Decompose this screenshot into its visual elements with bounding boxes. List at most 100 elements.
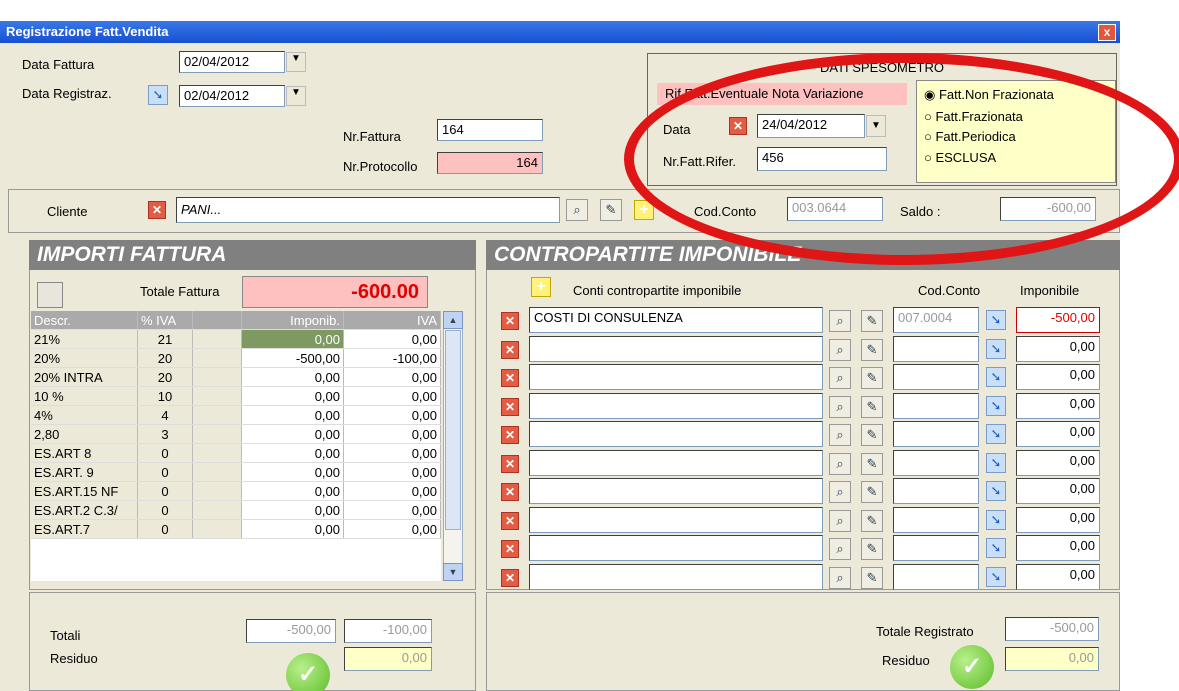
blank-button[interactable] (37, 282, 63, 308)
search-icon[interactable]: ⌕ (829, 566, 851, 589)
search-icon[interactable]: ⌕ (566, 199, 588, 221)
calendar-arrow-icon[interactable]: ➘ (986, 566, 1006, 587)
imponibile-field[interactable]: 0,00 (1016, 535, 1100, 561)
cell-imponib[interactable]: 0,00 (241, 481, 344, 501)
close-icon[interactable]: x (1098, 24, 1116, 41)
nr-protocollo-field[interactable]: 164 (437, 152, 543, 174)
delete-row-icon[interactable]: ✕ (501, 369, 519, 387)
edit-icon[interactable]: ✎ (861, 310, 883, 332)
calendar-arrow-icon[interactable]: ➘ (986, 310, 1006, 330)
cell-imponib[interactable]: 0,00 (241, 386, 344, 406)
add-icon[interactable]: + (531, 277, 551, 297)
delete-row-icon[interactable]: ✕ (501, 483, 519, 501)
scroll-down-icon[interactable]: ▼ (443, 563, 463, 581)
edit-icon[interactable]: ✎ (861, 566, 883, 589)
imponibile-field[interactable]: 0,00 (1016, 364, 1100, 390)
calendar-arrow-icon[interactable]: ➘ (986, 367, 1006, 387)
delete-row-icon[interactable]: ✕ (501, 426, 519, 444)
delete-row-icon[interactable]: ✕ (501, 568, 519, 587)
edit-icon[interactable]: ✎ (861, 395, 883, 418)
calendar-arrow-icon[interactable]: ➘ (986, 395, 1006, 416)
search-icon[interactable]: ⌕ (829, 395, 851, 418)
cell-iva[interactable]: 0,00 (343, 424, 441, 444)
cell-imponib[interactable]: 0,00 (241, 519, 344, 539)
cod-conto-field[interactable] (893, 478, 979, 504)
conto-field[interactable] (529, 421, 823, 447)
cell-imponib[interactable]: 0,00 (241, 500, 344, 520)
cod-conto-field[interactable] (893, 563, 979, 590)
search-icon[interactable]: ⌕ (829, 452, 851, 475)
delete-row-icon[interactable]: ✕ (501, 312, 519, 330)
edit-icon[interactable]: ✎ (861, 367, 883, 389)
calendar-arrow-icon[interactable]: ➘ (986, 509, 1006, 530)
imponibile-field[interactable]: 0,00 (1016, 506, 1100, 533)
cliente-field[interactable]: PANI... (176, 197, 560, 223)
residuo-field[interactable]: 0,00 (344, 647, 432, 671)
table-row[interactable]: 2,80 3 0,00 0,00 (31, 424, 441, 444)
totali-imponib-field[interactable]: -500,00 (246, 619, 336, 643)
delete-row-icon[interactable]: ✕ (501, 397, 519, 416)
delete-row-icon[interactable]: ✕ (501, 540, 519, 558)
imponibile-field[interactable]: 0,00 (1016, 421, 1100, 447)
nr-fattura-field[interactable]: 164 (437, 119, 543, 141)
imponibile-field[interactable]: 0,00 (1016, 449, 1100, 476)
calendar-arrow-icon[interactable]: ➘ (986, 538, 1006, 558)
cell-imponib[interactable]: 0,00 (241, 405, 344, 425)
cod-conto-field[interactable] (893, 535, 979, 561)
conto-field[interactable] (529, 563, 823, 590)
residuo-field[interactable]: 0,00 (1005, 647, 1099, 671)
cell-iva[interactable]: 0,00 (343, 462, 441, 482)
calendar-arrow-icon[interactable]: ➘ (986, 481, 1006, 501)
table-row[interactable]: 20% INTRA 20 0,00 0,00 (31, 367, 441, 387)
edit-icon[interactable]: ✎ (861, 481, 883, 503)
edit-icon[interactable]: ✎ (861, 538, 883, 560)
conto-field[interactable] (529, 478, 823, 504)
data-fattura-field[interactable]: 02/04/2012 (179, 51, 285, 73)
search-icon[interactable]: ⌕ (829, 481, 851, 503)
cod-conto-field[interactable] (893, 421, 979, 447)
conto-field[interactable] (529, 392, 823, 419)
cell-iva[interactable]: 0,00 (343, 329, 441, 349)
scroll-up-icon[interactable]: ▲ (443, 311, 463, 329)
cod-conto-field[interactable] (893, 335, 979, 362)
delete-row-icon[interactable]: ✕ (501, 340, 519, 359)
cell-imponib[interactable]: 0,00 (241, 367, 344, 387)
chevron-down-icon[interactable]: ▼ (286, 52, 306, 72)
calendar-arrow-icon[interactable]: ➘ (986, 424, 1006, 444)
conto-field[interactable] (529, 364, 823, 390)
table-row[interactable]: ES.ART 8 0 0,00 0,00 (31, 443, 441, 463)
scroll-thumb[interactable] (445, 330, 461, 530)
cell-iva[interactable]: 0,00 (343, 405, 441, 425)
imponibile-field[interactable]: 0,00 (1016, 563, 1100, 590)
table-row[interactable]: 20% 20 -500,00 -100,00 (31, 348, 441, 368)
imponibile-field[interactable]: -500,00 (1016, 307, 1100, 333)
cod-conto-field[interactable] (893, 364, 979, 390)
cod-conto-field[interactable] (893, 392, 979, 419)
cell-imponib[interactable]: 0,00 (241, 424, 344, 444)
table-row[interactable]: ES.ART.2 C.3/0 0,00 0,00 (31, 500, 441, 520)
table-row[interactable]: 4% 4 0,00 0,00 (31, 405, 441, 425)
search-icon[interactable]: ⌕ (829, 538, 851, 560)
calendar-arrow-icon[interactable]: ➘ (986, 452, 1006, 473)
imponibile-field[interactable]: 0,00 (1016, 478, 1100, 504)
table-row[interactable]: 10 % 10 0,00 0,00 (31, 386, 441, 406)
conto-field[interactable] (529, 535, 823, 561)
cell-imponib[interactable]: 0,00 (241, 462, 344, 482)
edit-icon[interactable]: ✎ (600, 199, 622, 221)
search-icon[interactable]: ⌕ (829, 367, 851, 389)
search-icon[interactable]: ⌕ (829, 424, 851, 446)
edit-icon[interactable]: ✎ (861, 509, 883, 532)
conto-field[interactable] (529, 506, 823, 533)
cell-iva[interactable]: -100,00 (343, 348, 441, 368)
chevron-down-icon[interactable]: ▼ (286, 86, 306, 106)
conto-field[interactable] (529, 335, 823, 362)
edit-icon[interactable]: ✎ (861, 452, 883, 475)
cell-imponib[interactable]: 0,00 (241, 329, 344, 349)
cell-iva[interactable]: 0,00 (343, 519, 441, 539)
clear-cliente-icon[interactable]: ✕ (148, 201, 166, 219)
delete-row-icon[interactable]: ✕ (501, 454, 519, 473)
imponibile-field[interactable]: 0,00 (1016, 335, 1100, 362)
cod-conto-field[interactable]: 007.0004 (893, 307, 979, 333)
table-row[interactable]: 21% 21 0,00 0,00 (31, 329, 441, 349)
cell-iva[interactable]: 0,00 (343, 386, 441, 406)
